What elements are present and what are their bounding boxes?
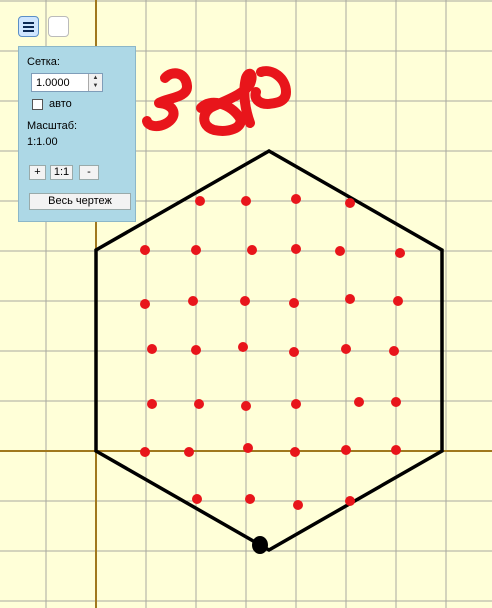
grid-dot xyxy=(245,494,255,504)
zoom-reset-button[interactable]: 1:1 xyxy=(50,165,73,180)
grid-dot xyxy=(140,245,150,255)
grid-dot xyxy=(243,443,253,453)
grid-dot xyxy=(291,399,301,409)
handwriting-scribble xyxy=(142,66,291,136)
grid-label: Сетка: xyxy=(27,56,60,68)
grid-dot xyxy=(391,397,401,407)
grid-dot xyxy=(241,401,251,411)
grid-spinbox[interactable]: 1.0000 ▲ ▼ xyxy=(31,73,103,92)
fit-drawing-button[interactable]: Весь чертеж xyxy=(29,193,131,210)
grid-dot xyxy=(335,246,345,256)
grid-dot xyxy=(391,445,401,455)
grid-dot xyxy=(290,447,300,457)
auto-label: авто xyxy=(49,98,72,110)
grid-dot xyxy=(191,245,201,255)
grid-dot xyxy=(140,299,150,309)
grid-dot xyxy=(195,196,205,206)
scale-value: 1:1.00 xyxy=(27,136,58,148)
auto-checkbox[interactable] xyxy=(32,99,43,110)
dot-grid xyxy=(140,194,405,510)
grid-dot xyxy=(289,347,299,357)
grid-dot xyxy=(393,296,403,306)
grid-settings-panel: Сетка: 1.0000 ▲ ▼ авто Масштаб: 1:1.00 +… xyxy=(18,46,136,222)
menu-button[interactable] xyxy=(18,16,39,37)
grid-dot xyxy=(345,198,355,208)
spin-down-icon[interactable]: ▼ xyxy=(89,82,102,90)
grid-dot xyxy=(140,447,150,457)
grid-dot xyxy=(240,296,250,306)
grid-value[interactable]: 1.0000 xyxy=(36,77,70,89)
grid-dot xyxy=(291,244,301,254)
vertex-blob xyxy=(252,536,268,554)
grid-dot xyxy=(191,345,201,355)
grid-dot xyxy=(289,298,299,308)
grid-dot xyxy=(147,344,157,354)
grid-dot xyxy=(241,196,251,206)
grid-dot xyxy=(192,494,202,504)
grid-dot xyxy=(345,294,355,304)
grid-dot xyxy=(247,245,257,255)
grid-dot xyxy=(395,248,405,258)
zoom-out-button[interactable]: - xyxy=(79,165,99,180)
grid-dot xyxy=(291,194,301,204)
grid-dot xyxy=(341,445,351,455)
grid-dot xyxy=(345,496,355,506)
scale-label: Масштаб: xyxy=(27,120,78,132)
grid-dot xyxy=(389,346,399,356)
grid-dot xyxy=(188,296,198,306)
grid-dot xyxy=(194,399,204,409)
spin-up-icon[interactable]: ▲ xyxy=(89,74,102,82)
grid-dot xyxy=(341,344,351,354)
blank-button[interactable] xyxy=(48,16,69,37)
grid-dot xyxy=(354,397,364,407)
grid-dot xyxy=(238,342,248,352)
grid-dot xyxy=(293,500,303,510)
grid-dot xyxy=(147,399,157,409)
zoom-in-button[interactable]: + xyxy=(29,165,46,180)
grid-dot xyxy=(184,447,194,457)
